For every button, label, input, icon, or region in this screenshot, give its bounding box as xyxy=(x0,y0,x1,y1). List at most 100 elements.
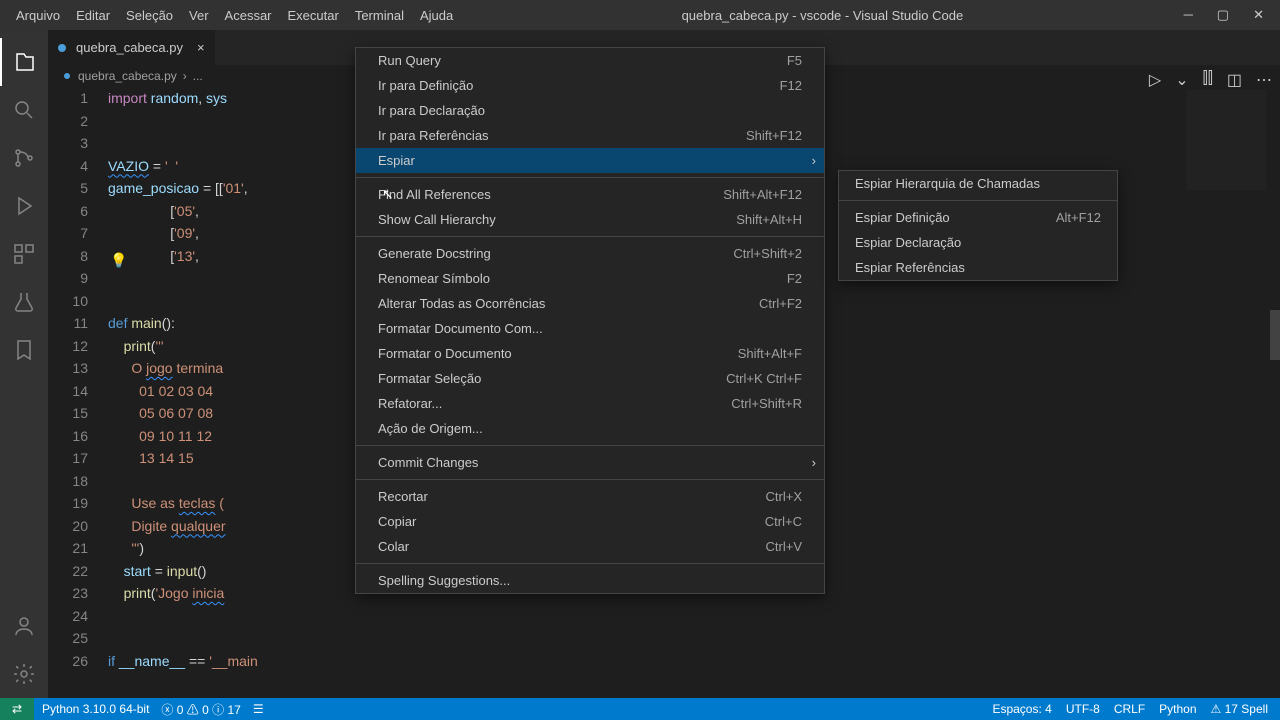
menu-item-label: Ir para Referências xyxy=(378,128,489,143)
encoding-status[interactable]: UTF-8 xyxy=(1066,702,1100,716)
menu-item-shortcut: Ctrl+K Ctrl+F xyxy=(726,371,802,386)
menu-item-shortcut: Ctrl+C xyxy=(765,514,802,529)
menu-ajuda[interactable]: Ajuda xyxy=(412,8,461,23)
menu-item-label: Colar xyxy=(378,539,409,554)
menu-item[interactable]: Espiar Definição Alt+F12 xyxy=(839,205,1117,230)
explorer-icon[interactable] xyxy=(0,38,48,86)
indent-icon[interactable]: ☰ xyxy=(253,702,264,716)
activity-bar xyxy=(0,30,48,698)
menu-item[interactable]: Show Call Hierarchy Shift+Alt+H xyxy=(356,207,824,232)
menu-item[interactable]: CopiarCtrl+C xyxy=(356,509,824,534)
menu-item-label: Run Query xyxy=(378,53,441,68)
menu-item[interactable]: Espiar Declaração xyxy=(839,230,1117,255)
menu-item-label: Recortar xyxy=(378,489,428,504)
menu-item-label: Find All References xyxy=(378,187,491,202)
menu-item[interactable]: Ir para DefiniçãoF12 xyxy=(356,73,824,98)
menu-item-shortcut: Ctrl+F2 xyxy=(759,296,802,311)
testing-icon[interactable] xyxy=(0,278,48,326)
maximize-icon[interactable]: ▢ xyxy=(1217,7,1229,23)
menu-item[interactable]: Formatar Seleção Ctrl+K Ctrl+F xyxy=(356,366,824,391)
menu-item[interactable]: Espiar Hierarquia de Chamadas xyxy=(839,171,1117,196)
menu-item[interactable]: Formatar Documento Com... xyxy=(356,316,824,341)
breadcrumb-dot-icon xyxy=(64,73,70,79)
menu-terminal[interactable]: Terminal xyxy=(347,8,412,23)
menu-ver[interactable]: Ver xyxy=(181,8,217,23)
window-title: quebra_cabeca.py - vscode - Visual Studi… xyxy=(461,8,1183,23)
menu-item-label: Ir para Declaração xyxy=(378,103,485,118)
menu-executar[interactable]: Executar xyxy=(280,8,347,23)
minimize-icon[interactable]: ─ xyxy=(1184,7,1193,23)
menu-item-label: Renomear Símbolo xyxy=(378,271,490,286)
tab-label: quebra_cabeca.py xyxy=(76,40,183,55)
bookmark-icon[interactable] xyxy=(0,326,48,374)
minimap[interactable] xyxy=(1186,90,1266,190)
menu-item[interactable]: Find All References Shift+Alt+F12 xyxy=(356,182,824,207)
menu-item-label: Espiar Declaração xyxy=(855,235,961,250)
menu-item[interactable]: Commit Changes› xyxy=(356,450,824,475)
search-icon[interactable] xyxy=(0,86,48,134)
menu-item-label: Espiar Hierarquia de Chamadas xyxy=(855,176,1040,191)
chevron-right-icon: › xyxy=(812,455,816,470)
account-icon[interactable] xyxy=(0,602,48,650)
menu-item-shortcut: Alt+F12 xyxy=(1056,210,1101,225)
scrollbar-vertical[interactable] xyxy=(1266,90,1280,698)
extensions-icon[interactable] xyxy=(0,230,48,278)
menu-item-label: Formatar Seleção xyxy=(378,371,481,386)
menu-item[interactable]: Spelling Suggestions... xyxy=(356,568,824,593)
menu-item-shortcut: F2 xyxy=(787,271,802,286)
menu-item-shortcut: Shift+F12 xyxy=(746,128,802,143)
menu-item-label: Spelling Suggestions... xyxy=(378,573,510,588)
menu-item[interactable]: Generate DocstringCtrl+Shift+2 xyxy=(356,241,824,266)
lightbulb-icon[interactable]: 💡 xyxy=(110,249,127,272)
menu-item[interactable]: Ir para Referências Shift+F12 xyxy=(356,123,824,148)
menu-item-shortcut: Ctrl+X xyxy=(766,489,802,504)
menu-item-shortcut: Ctrl+Shift+2 xyxy=(733,246,802,261)
menu-item-shortcut: Ctrl+Shift+R xyxy=(731,396,802,411)
eol-status[interactable]: CRLF xyxy=(1114,702,1145,716)
context-menu: Run QueryF5Ir para DefiniçãoF12 Ir para D… xyxy=(355,47,825,594)
tab-file[interactable]: quebra_cabeca.py × xyxy=(48,30,215,65)
menu-item-label: Alterar Todas as Ocorrências xyxy=(378,296,545,311)
menu-item-label: Formatar Documento Com... xyxy=(378,321,543,336)
menu-item[interactable]: Alterar Todas as Ocorrências Ctrl+F2 xyxy=(356,291,824,316)
menu-editar[interactable]: Editar xyxy=(68,8,118,23)
menu-item[interactable]: Ação de Origem... xyxy=(356,416,824,441)
menu-item[interactable]: Espiar› xyxy=(356,148,824,173)
menu-seleção[interactable]: Seleção xyxy=(118,8,181,23)
menu-item-label: Espiar Definição xyxy=(855,210,950,225)
menu-item-label: Show Call Hierarchy xyxy=(378,212,496,227)
menu-arquivo[interactable]: Arquivo xyxy=(8,8,68,23)
menu-item[interactable]: Run QueryF5 xyxy=(356,48,824,73)
debug-icon[interactable] xyxy=(0,182,48,230)
menu-item[interactable]: Recortar Ctrl+X xyxy=(356,484,824,509)
python-version[interactable]: Python 3.10.0 64-bit xyxy=(42,702,149,716)
menu-item[interactable]: Colar Ctrl+V xyxy=(356,534,824,559)
menu-item-shortcut: Ctrl+V xyxy=(766,539,802,554)
menu-item-label: Refatorar... xyxy=(378,396,442,411)
close-window-icon[interactable]: ✕ xyxy=(1253,7,1264,23)
menu-item[interactable]: Renomear Símbolo F2 xyxy=(356,266,824,291)
breadcrumb-more[interactable]: ... xyxy=(193,69,203,83)
menu-item-shortcut: Shift+Alt+F xyxy=(738,346,802,361)
menu-item[interactable]: Espiar Referências xyxy=(839,255,1117,280)
menu-item-shortcut: Shift+Alt+H xyxy=(736,212,802,227)
menu-item[interactable]: Formatar o DocumentoShift+Alt+F xyxy=(356,341,824,366)
remote-icon[interactable]: ⇄ xyxy=(0,698,34,720)
spell-status[interactable]: ⚠ 17 Spell xyxy=(1211,702,1268,716)
menu-item[interactable]: Refatorar... Ctrl+Shift+R xyxy=(356,391,824,416)
menu-item-shortcut: F12 xyxy=(780,78,802,93)
menu-acessar[interactable]: Acessar xyxy=(217,8,280,23)
menu-item[interactable]: Ir para Declaração xyxy=(356,98,824,123)
gear-icon[interactable] xyxy=(0,650,48,698)
modified-dot-icon xyxy=(58,44,66,52)
breadcrumb-file[interactable]: quebra_cabeca.py xyxy=(78,69,177,83)
spaces-status[interactable]: Espaços: 4 xyxy=(992,702,1051,716)
problems-status[interactable]: ⓧ 0 ⚠ 0 ⓘ 17 xyxy=(161,701,240,718)
statusbar: ⇄ Python 3.10.0 64-bit ⓧ 0 ⚠ 0 ⓘ 17 ☰ Es… xyxy=(0,698,1280,720)
close-tab-icon[interactable]: × xyxy=(197,40,205,55)
scm-icon[interactable] xyxy=(0,134,48,182)
menu-item-shortcut: Shift+Alt+F12 xyxy=(723,187,802,202)
titlebar: ArquivoEditarSeleçãoVerAcessarExecutarTe… xyxy=(0,0,1280,30)
menu-item-label: Ação de Origem... xyxy=(378,421,483,436)
language-status[interactable]: Python xyxy=(1159,702,1196,716)
